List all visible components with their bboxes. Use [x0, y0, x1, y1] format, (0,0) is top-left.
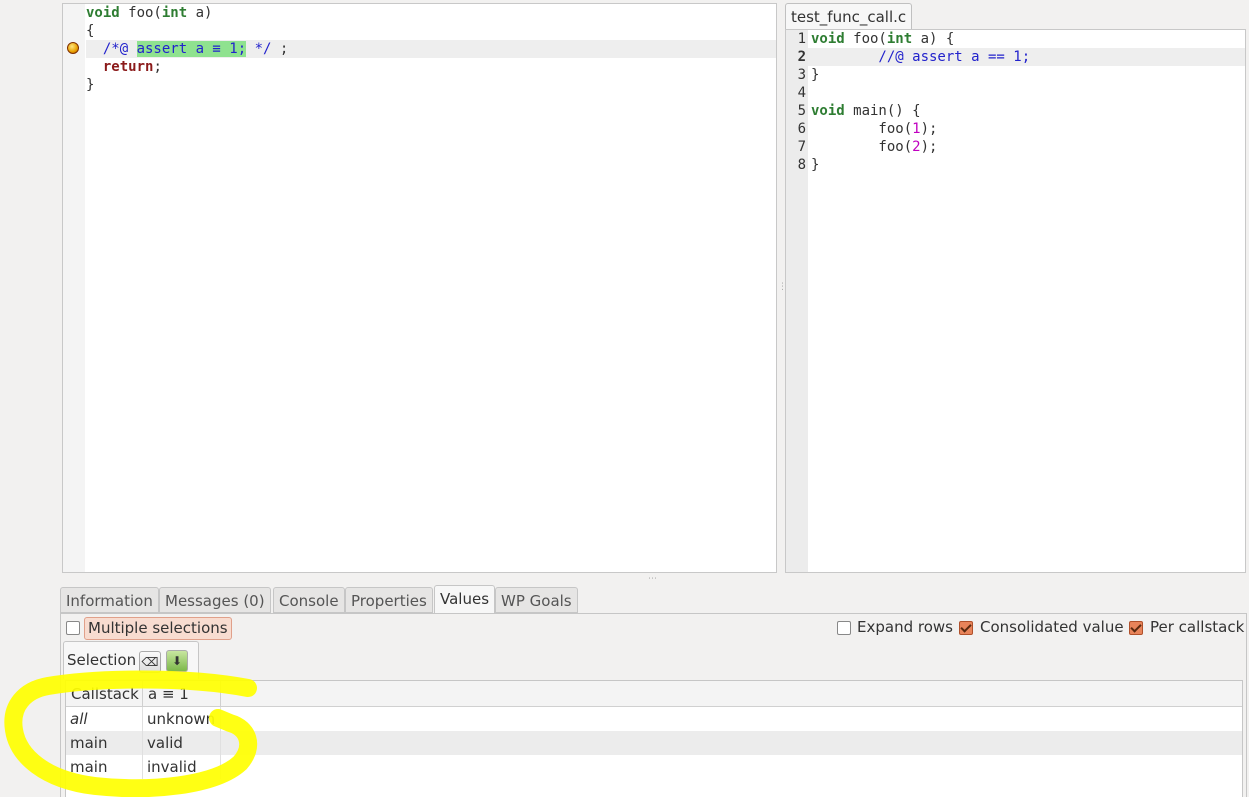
code-token: foo( — [119, 5, 162, 21]
tab-selection[interactable]: Selection ⌫ ⬇ — [63, 641, 199, 679]
code-line[interactable]: } — [811, 66, 819, 84]
code-token: foo( — [811, 139, 913, 155]
source-editor-right[interactable]: 12345678 void foo(int a) { //@ assert a … — [785, 29, 1246, 573]
code-line[interactable]: { — [86, 22, 94, 40]
line-number: 1 — [797, 31, 806, 47]
code-line[interactable]: } — [86, 76, 94, 94]
tab-properties[interactable]: Properties — [345, 587, 433, 613]
status-bullet-icon[interactable] — [67, 42, 79, 54]
tab-information[interactable]: Information — [60, 587, 159, 613]
value-cell: valid — [143, 731, 221, 755]
value-cell: invalid — [143, 755, 221, 779]
callstack-cell: main — [66, 731, 143, 755]
code-line[interactable]: foo(2); — [811, 138, 937, 156]
code-token: ); — [920, 121, 938, 137]
table-row[interactable]: main invalid — [66, 755, 1242, 779]
code-token: a) { — [912, 31, 955, 47]
line-number: 2 — [797, 49, 806, 65]
line-number: 7 — [797, 139, 806, 155]
download-icon[interactable]: ⬇ — [166, 650, 188, 672]
code-token: { — [86, 23, 95, 39]
code-line[interactable]: void foo(int a) { — [811, 30, 954, 48]
tab-wp-goals[interactable]: WP Goals — [495, 587, 578, 613]
multiple-selections-checkbox[interactable] — [66, 621, 80, 635]
horizontal-splitter-handle[interactable]: ⋯ — [648, 574, 657, 584]
code-line[interactable]: foo(1); — [811, 120, 937, 138]
tab-test-func-call[interactable]: test_func_call.c — [785, 3, 913, 30]
multiple-selections-label[interactable]: Multiple selections — [84, 617, 232, 640]
code-token: 2 — [912, 139, 921, 155]
code-token: foo( — [844, 31, 887, 47]
code-token: void — [86, 5, 120, 21]
line-number: 3 — [797, 67, 806, 83]
code-line[interactable]: } — [811, 156, 819, 174]
table-row[interactable]: all unknown — [66, 707, 1242, 731]
per-callstack-checkbox[interactable] — [1129, 621, 1143, 635]
code-token: assert a ≡ 1; — [136, 41, 247, 57]
code-token: */ — [246, 41, 272, 57]
code-line[interactable]: void foo(int a) — [86, 4, 212, 22]
code-token: int — [886, 31, 913, 47]
code-token: main() { — [844, 103, 921, 119]
per-callstack-label[interactable]: Per callstack — [1150, 617, 1244, 637]
code-token: ; — [153, 59, 162, 75]
expand-rows-label[interactable]: Expand rows — [857, 617, 953, 637]
value-cell: unknown — [143, 707, 221, 731]
code-token: return — [102, 59, 154, 75]
code-token: void — [811, 31, 845, 47]
code-token: } — [811, 67, 820, 83]
editor-gutter — [63, 4, 85, 572]
callstack-cell: all — [66, 707, 143, 731]
line-number: 6 — [797, 121, 806, 137]
column-header-filler — [221, 681, 1242, 707]
consolidated-value-checkbox[interactable] — [959, 621, 973, 635]
code-line[interactable]: void main() { — [811, 102, 921, 120]
code-token: } — [86, 77, 95, 93]
tab-console[interactable]: Console — [273, 587, 345, 613]
code-line[interactable]: /*@ assert a ≡ 1; */ ; — [86, 40, 288, 58]
values-table[interactable]: Callstack a ≡ 1 all unknown main valid m… — [65, 680, 1243, 797]
code-token: ); — [920, 139, 938, 155]
code-line[interactable]: //@ assert a == 1; — [811, 48, 1030, 66]
table-row[interactable]: main valid — [66, 731, 1242, 755]
code-token: ; — [271, 41, 289, 57]
consolidated-value-label[interactable]: Consolidated value — [980, 617, 1124, 637]
selection-label: Selection — [67, 651, 137, 669]
line-number-gutter: 1 2 3 4 5 6 7 8 — [786, 30, 808, 572]
code-token: /*@ — [86, 41, 137, 57]
vertical-splitter-handle[interactable]: ⋮ — [778, 282, 787, 292]
code-token: 1 — [912, 121, 921, 137]
tab-messages-0[interactable]: Messages (0) — [159, 587, 271, 613]
tab-values[interactable]: Values — [434, 585, 496, 614]
code-token: } — [811, 157, 820, 173]
line-number: 5 — [797, 103, 806, 119]
column-header-callstack[interactable]: Callstack — [66, 681, 143, 707]
line-number: 8 — [797, 157, 806, 173]
code-token: foo( — [811, 121, 913, 137]
code-token: int — [161, 5, 188, 21]
source-editor-left[interactable]: void foo(int a){ /*@ assert a ≡ 1; */ ; … — [62, 3, 777, 573]
code-token: //@ assert a == 1; — [811, 49, 1031, 65]
code-token: a) — [187, 5, 213, 21]
code-token: void — [811, 103, 845, 119]
line-number: 4 — [797, 85, 806, 101]
callstack-cell: main — [66, 755, 143, 779]
expand-rows-checkbox[interactable] — [837, 621, 851, 635]
column-header-assertion[interactable]: a ≡ 1 — [143, 681, 221, 707]
code-line[interactable]: return; — [86, 58, 162, 76]
clear-selection-icon[interactable]: ⌫ — [139, 651, 161, 673]
